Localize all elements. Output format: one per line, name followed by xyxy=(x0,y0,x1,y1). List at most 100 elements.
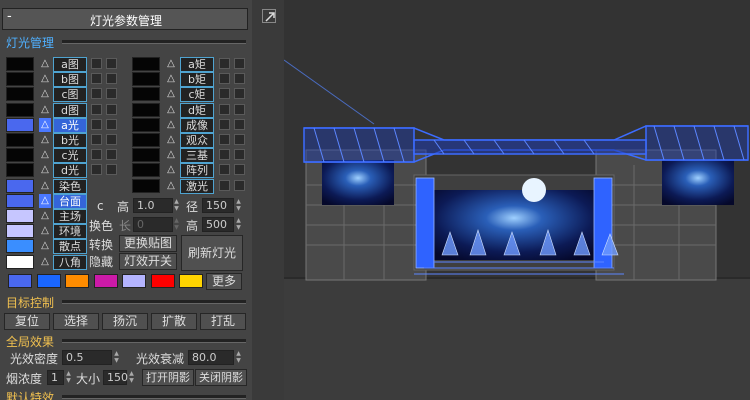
high-input[interactable]: 500 xyxy=(202,217,234,232)
high-spinner[interactable]: ▲ ▼ xyxy=(235,217,242,231)
size-spinner[interactable]: ▲ ▼ xyxy=(128,370,135,384)
light-color-swatch[interactable] xyxy=(132,72,160,87)
warning-triangle-icon[interactable]: △ xyxy=(39,224,51,238)
light-group-button[interactable]: c图 xyxy=(53,87,87,103)
light-color-swatch[interactable] xyxy=(6,72,34,87)
warning-triangle-icon[interactable]: △ xyxy=(165,179,177,193)
light-visibility-checkbox[interactable] xyxy=(219,73,230,85)
decay-spinner[interactable]: ▲ ▼ xyxy=(235,350,242,364)
density-spinner[interactable]: ▲ ▼ xyxy=(113,350,120,364)
light-color-swatch[interactable] xyxy=(6,163,34,178)
light-group-button[interactable]: 环境 xyxy=(53,224,87,240)
size-input[interactable]: 150 xyxy=(103,370,128,385)
shuffle-button[interactable]: 打乱 xyxy=(200,313,246,330)
height-input[interactable]: 1.0 xyxy=(133,198,173,213)
light-color-swatch[interactable] xyxy=(132,178,160,193)
light-solo-checkbox[interactable] xyxy=(106,88,117,100)
light-visibility-checkbox[interactable] xyxy=(219,134,230,145)
light-solo-checkbox[interactable] xyxy=(234,164,245,176)
light-group-button[interactable]: a光 xyxy=(53,117,87,133)
warning-triangle-icon[interactable]: △ xyxy=(39,163,51,177)
warning-triangle-icon[interactable]: △ xyxy=(39,133,51,147)
select-button[interactable]: 选择 xyxy=(53,313,99,330)
effect-switch-button[interactable]: 灯效开关 xyxy=(119,253,177,270)
shadow-off-button[interactable]: 关闭阴影 xyxy=(195,369,247,386)
smoke-density-spinner[interactable]: ▲ ▼ xyxy=(65,370,72,384)
light-solo-checkbox[interactable] xyxy=(234,134,245,145)
light-group-button[interactable]: 散点 xyxy=(53,239,87,255)
light-group-button[interactable]: 三基 xyxy=(180,148,214,164)
section-target-control[interactable]: 目标控制 xyxy=(6,294,54,311)
section-default-effects[interactable]: 默认特效 xyxy=(6,389,54,400)
light-solo-checkbox[interactable] xyxy=(234,88,245,100)
light-visibility-checkbox[interactable] xyxy=(219,103,230,115)
light-color-swatch[interactable] xyxy=(132,117,160,132)
light-group-button[interactable]: b光 xyxy=(53,133,87,148)
light-group-button[interactable]: c矩 xyxy=(180,87,214,103)
float-panel-button[interactable] xyxy=(262,9,276,23)
warning-triangle-icon[interactable]: △ xyxy=(39,255,51,269)
light-visibility-checkbox[interactable] xyxy=(91,118,102,130)
light-visibility-checkbox[interactable] xyxy=(91,164,102,176)
swap-color-button[interactable]: 换色 xyxy=(89,217,113,234)
warning-triangle-icon[interactable]: △ xyxy=(39,193,51,208)
light-color-swatch[interactable] xyxy=(6,102,34,117)
length-spinner[interactable]: ▲ ▼ xyxy=(173,217,180,231)
refresh-lights-button[interactable]: 刷新灯光 xyxy=(181,235,243,271)
light-group-button[interactable]: 观众 xyxy=(180,133,214,148)
light-solo-checkbox[interactable] xyxy=(106,103,117,115)
light-color-swatch[interactable] xyxy=(6,239,34,254)
palette-color-swatch[interactable] xyxy=(93,274,118,288)
light-color-swatch[interactable] xyxy=(6,57,34,71)
light-solo-checkbox[interactable] xyxy=(234,118,245,130)
palette-color-swatch[interactable] xyxy=(150,274,175,288)
shadow-on-button[interactable]: 打开阴影 xyxy=(142,369,194,386)
3d-viewport[interactable] xyxy=(284,0,750,400)
light-solo-checkbox[interactable] xyxy=(234,179,245,191)
height-spinner[interactable]: ▲ ▼ xyxy=(173,198,180,212)
warning-triangle-icon[interactable]: △ xyxy=(165,163,177,177)
light-solo-checkbox[interactable] xyxy=(106,164,117,176)
light-visibility-checkbox[interactable] xyxy=(219,58,230,69)
warning-triangle-icon[interactable]: △ xyxy=(39,148,51,162)
warning-triangle-icon[interactable]: △ xyxy=(39,209,51,223)
light-color-swatch[interactable] xyxy=(6,224,34,239)
light-color-swatch[interactable] xyxy=(6,133,34,147)
light-group-button[interactable]: 阵列 xyxy=(180,163,214,179)
light-visibility-checkbox[interactable] xyxy=(219,118,230,130)
light-color-swatch[interactable] xyxy=(6,117,34,132)
light-group-button[interactable]: d矩 xyxy=(180,102,214,118)
light-group-button[interactable]: b图 xyxy=(53,72,87,88)
convert-button[interactable]: 转换 xyxy=(89,236,113,253)
light-color-swatch[interactable] xyxy=(132,148,160,163)
light-color-swatch[interactable] xyxy=(132,102,160,117)
light-group-button[interactable]: 激光 xyxy=(180,178,214,194)
light-visibility-checkbox[interactable] xyxy=(219,149,230,161)
palette-color-swatch[interactable] xyxy=(122,274,146,288)
replace-map-button[interactable]: 更换贴图 xyxy=(119,235,177,252)
radius-input[interactable]: 150 xyxy=(202,198,234,213)
light-visibility-checkbox[interactable] xyxy=(91,149,102,161)
smoke-density-input[interactable]: 1 xyxy=(47,370,64,385)
light-group-button[interactable]: c光 xyxy=(53,148,87,164)
raise-lower-button[interactable]: 扬沉 xyxy=(102,313,148,330)
light-color-swatch[interactable] xyxy=(132,57,160,71)
length-input[interactable]: 0 xyxy=(133,217,173,232)
light-color-swatch[interactable] xyxy=(6,148,34,163)
light-color-swatch[interactable] xyxy=(132,133,160,147)
warning-triangle-icon[interactable]: △ xyxy=(165,72,177,86)
more-colors-button[interactable]: 更多 xyxy=(206,273,242,290)
warning-triangle-icon[interactable]: △ xyxy=(39,179,51,193)
light-solo-checkbox[interactable] xyxy=(106,149,117,161)
warning-triangle-icon[interactable]: △ xyxy=(39,72,51,86)
warning-triangle-icon[interactable]: △ xyxy=(165,148,177,162)
warning-triangle-icon[interactable]: △ xyxy=(39,57,51,71)
warning-triangle-icon[interactable]: △ xyxy=(165,103,177,117)
warning-triangle-icon[interactable]: △ xyxy=(165,87,177,101)
light-color-swatch[interactable] xyxy=(6,209,34,223)
light-group-button[interactable]: 主场 xyxy=(53,209,87,224)
light-visibility-checkbox[interactable] xyxy=(91,103,102,115)
light-group-button[interactable]: a矩 xyxy=(180,57,214,72)
light-group-button[interactable]: a图 xyxy=(53,57,87,72)
light-solo-checkbox[interactable] xyxy=(106,134,117,145)
